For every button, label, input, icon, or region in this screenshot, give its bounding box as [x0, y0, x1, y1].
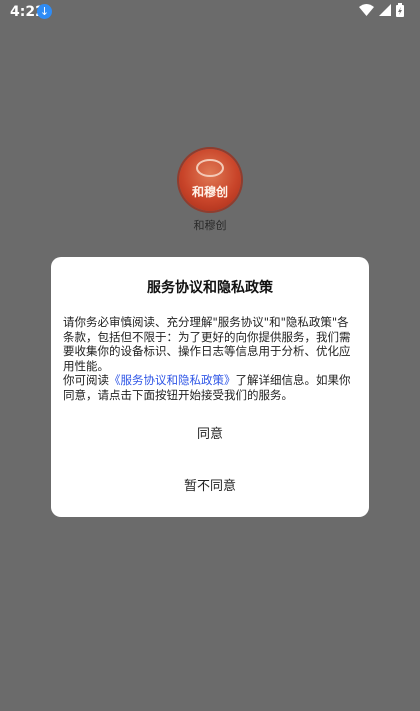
- app-name: 和穆创: [193, 219, 227, 232]
- battery-charging-icon: [396, 3, 404, 21]
- logo-text: 和穆创: [191, 185, 228, 199]
- signal-icon: [379, 4, 391, 20]
- download-icon: ↓: [37, 4, 52, 19]
- wifi-icon: [359, 4, 374, 20]
- dialog-title: 服务协议和隐私政策: [147, 280, 273, 296]
- agreement-paragraph: 请你务必审慎阅读、充分理解"服务协议"和"隐私政策"各条款，包括但不限于：为了更…: [63, 315, 351, 373]
- logo-emblem-icon: [196, 159, 224, 177]
- policy-link[interactable]: 《服务协议和隐私政策》: [109, 373, 236, 387]
- dialog-body: 请你务必审慎阅读、充分理解"服务协议"和"隐私政策"各条款，包括但不限于：为了更…: [63, 315, 357, 402]
- agree-button[interactable]: 同意: [51, 423, 369, 442]
- agreement-paragraph-2: 你可阅读《服务协议和隐私政策》了解详细信息。如果你同意，请点击下面按钮开始接受我…: [63, 373, 357, 402]
- privacy-dialog: 服务协议和隐私政策 请你务必审慎阅读、充分理解"服务协议"和"隐私政策"各条款，…: [51, 257, 369, 517]
- status-bar: 4:22 ↓: [0, 0, 420, 24]
- disagree-button[interactable]: 暂不同意: [51, 475, 369, 494]
- status-icons: [359, 3, 404, 21]
- read-prefix: 你可阅读: [63, 373, 109, 387]
- app-logo: 和穆创: [179, 149, 241, 211]
